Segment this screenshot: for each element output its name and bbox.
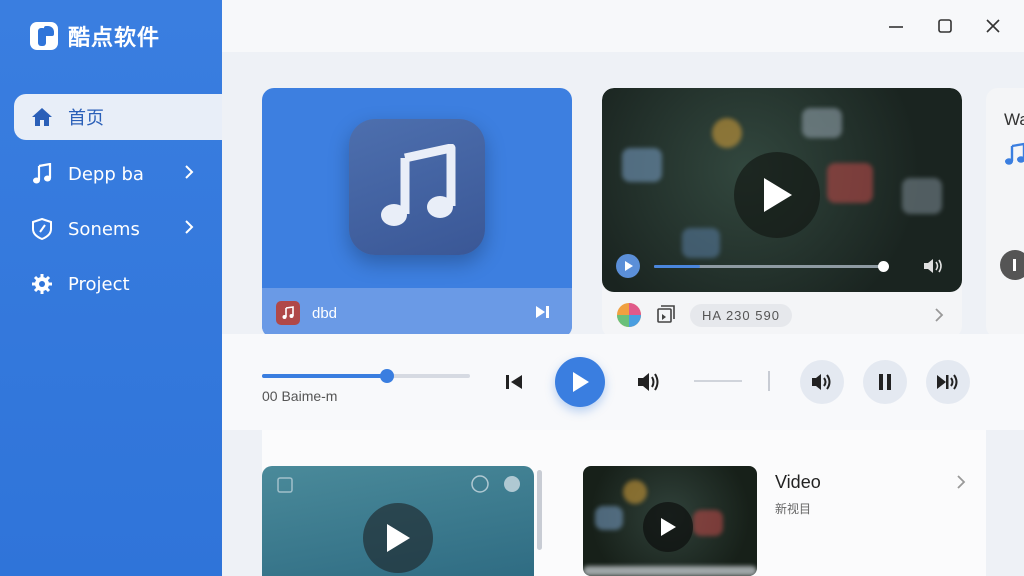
music-card-footer: dbd: [262, 288, 572, 338]
info-icon: [471, 475, 489, 493]
play-icon: [661, 518, 676, 536]
video-play-button[interactable]: [363, 503, 433, 573]
video-controls: [616, 254, 948, 278]
maximize-button[interactable]: [931, 12, 959, 40]
music-app-small-icon: [276, 301, 300, 325]
volume-button[interactable]: [635, 370, 663, 394]
video-thumbnail[interactable]: [583, 466, 757, 576]
sidebar: 酷点软件 首页 Depp ba Sonems Project: [0, 0, 222, 576]
minimize-button[interactable]: [882, 12, 910, 40]
music-card[interactable]: dbd: [262, 88, 572, 338]
peek-card-label: Wa: [1004, 110, 1024, 129]
music-card-label: dbd: [312, 304, 338, 322]
volume-icon[interactable]: [922, 257, 944, 275]
sidebar-item-home[interactable]: 首页: [14, 94, 222, 140]
music-note-icon: [30, 162, 54, 186]
blurred-background-shape: [583, 566, 757, 576]
chevron-right-icon[interactable]: [934, 307, 944, 323]
app-title: 酷点软件: [68, 26, 161, 51]
chevron-right-icon[interactable]: [956, 474, 966, 490]
video-play-small-icon[interactable]: [616, 254, 640, 278]
sidebar-item-label: Sonems: [68, 218, 140, 240]
playback-progress-fill: [262, 374, 387, 378]
play-icon: [387, 524, 410, 552]
video-card-meta: HA 230 590: [602, 292, 962, 338]
minimize-icon: [889, 26, 903, 28]
sidebar-item-sonems[interactable]: Sonems: [14, 206, 222, 252]
volume-icon: [812, 374, 831, 390]
sidebar-item-label: 首页: [68, 108, 104, 129]
blurred-background-shape: [622, 148, 662, 182]
skip-next-icon[interactable]: [534, 304, 552, 320]
volume-slider[interactable]: [694, 380, 742, 382]
music-note-icon: [277, 477, 293, 493]
blurred-background-shape: [802, 108, 842, 138]
gear-icon: [30, 272, 54, 296]
list-item-subtitle: 新视目: [775, 502, 812, 516]
video-progress-fill: [654, 265, 700, 268]
shield-icon: [30, 217, 54, 241]
blurred-background-shape: [712, 118, 742, 148]
volume-icon: [638, 373, 659, 391]
video-meta-pill: HA 230 590: [690, 303, 792, 327]
previous-button[interactable]: [502, 370, 526, 394]
blurred-background-shape: [827, 163, 873, 203]
blurred-background-shape: [902, 178, 942, 214]
video-play-button[interactable]: [734, 152, 820, 238]
music-note-icon: [1005, 142, 1024, 165]
sidebar-item-project[interactable]: Project: [14, 261, 222, 307]
video-play-button[interactable]: [643, 502, 693, 552]
video-progress-knob[interactable]: [878, 261, 889, 272]
blurred-background-shape: [693, 510, 723, 536]
list-item-title[interactable]: Video: [775, 472, 821, 493]
maximize-icon: [938, 19, 952, 33]
play-button[interactable]: [555, 357, 605, 407]
skip-previous-icon: [506, 375, 522, 389]
playback-progress-track[interactable]: [262, 369, 470, 383]
peek-card[interactable]: Wa: [986, 88, 1024, 338]
sidebar-item-label: Project: [68, 273, 130, 295]
sidebar-item-label: Depp ba: [68, 163, 144, 185]
title-bar: [222, 0, 1024, 52]
chevron-right-icon: [185, 220, 194, 234]
skip-next-volume-icon: [937, 374, 958, 390]
blurred-background-shape: [595, 506, 623, 530]
play-pause-icon[interactable]: [1000, 250, 1024, 280]
color-wheel-icon: [617, 303, 641, 327]
video-preview[interactable]: [602, 88, 962, 292]
volume-round-button[interactable]: [800, 360, 844, 404]
home-icon: [30, 105, 54, 129]
playback-progress-knob[interactable]: [379, 369, 394, 383]
brand: 酷点软件: [30, 20, 160, 52]
blurred-background-shape: [623, 480, 647, 504]
scrollbar[interactable]: [537, 470, 542, 550]
next-volume-button[interactable]: [926, 360, 970, 404]
media-library-icon[interactable]: [656, 305, 676, 325]
close-button[interactable]: [979, 12, 1007, 40]
video-thumbnail[interactable]: [262, 466, 534, 576]
player-bar: 00 Baime-m: [222, 334, 1024, 430]
pause-icon: [879, 374, 891, 390]
app-logo-icon: [30, 22, 58, 50]
divider: [768, 371, 770, 391]
sidebar-item-music[interactable]: Depp ba: [14, 151, 222, 197]
video-card[interactable]: HA 230 590: [602, 88, 962, 338]
play-icon: [573, 372, 589, 392]
chevron-right-icon: [185, 165, 194, 179]
play-icon: [764, 178, 792, 212]
comment-icon: [504, 476, 520, 492]
pause-button[interactable]: [863, 360, 907, 404]
music-app-icon: [349, 119, 485, 255]
playback-time: 00 Baime-m: [262, 388, 338, 404]
close-icon: [986, 19, 1000, 33]
